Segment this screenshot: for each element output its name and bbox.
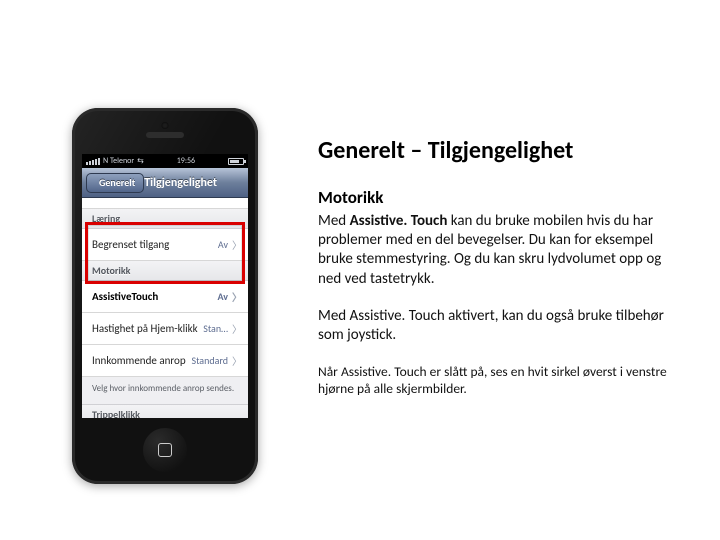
back-label: Generelt (99, 176, 135, 189)
back-button[interactable]: Generelt (86, 173, 144, 193)
status-bar: N Telenor ⇆ 19:56 (82, 154, 248, 168)
nav-title: Tilgjengelighet (144, 176, 248, 190)
paragraph-1: Med Assistive. Touch kan du bruke mobile… (318, 212, 674, 289)
network-icon: ⇆ (137, 156, 144, 166)
chevron-right-icon: 〉 (232, 353, 242, 368)
section-header-trippelklikk: Trippelklikk (82, 405, 248, 418)
page-title: Generelt – Tilgjengelighet (318, 136, 674, 165)
signal-icon (86, 158, 100, 165)
settings-list: 〉 Læring Begrenset tilgang Av〉 Motorikk … (82, 198, 248, 418)
phone: N Telenor ⇆ 19:56 Generelt Tilgjengeligh… (72, 108, 258, 484)
row-innkommende-anrop[interactable]: Innkommende anrop Standard 〉 (82, 345, 248, 377)
row-assistivetouch[interactable]: AssistiveTouch Av 〉 (82, 281, 248, 313)
row-label: Hastighet på Hjem-klikk (92, 322, 198, 335)
chevron-right-icon: 〉 (232, 321, 242, 336)
row-value: Av (217, 290, 228, 303)
clock: 19:56 (177, 156, 195, 166)
text-column: Generelt – Tilgjengelighet Motorikk Med … (318, 136, 674, 398)
slide: N Telenor ⇆ 19:56 Generelt Tilgjengeligh… (0, 0, 720, 540)
row-label: AssistiveTouch (92, 290, 158, 303)
earpiece (146, 132, 184, 138)
home-button[interactable] (143, 428, 187, 472)
subheading: Motorikk (318, 187, 674, 208)
section-header-motorikk: Motorikk (82, 261, 248, 281)
row-value: Stan… (203, 322, 228, 335)
nav-bar: Generelt Tilgjengelighet (82, 168, 248, 198)
battery-icon (228, 158, 244, 165)
chevron-right-icon: 〉 (232, 289, 242, 304)
row-hjem-klikk-hastighet[interactable]: Hastighet på Hjem-klikk Stan… 〉 (82, 313, 248, 345)
chevron-right-icon: 〉 (232, 237, 242, 252)
section-note: Velg hvor innkommende anrop sendes. (82, 377, 248, 405)
section-header-learning: Læring (82, 209, 248, 229)
home-square-icon (158, 443, 172, 457)
camera-dot (162, 122, 169, 129)
chevron-right-icon: 〉 (232, 198, 242, 200)
carrier-label: N Telenor (103, 156, 134, 166)
row-label: Innkommende anrop (92, 354, 186, 367)
row-label: Begrenset tilgang (92, 238, 169, 251)
table-row[interactable]: 〉 (82, 198, 248, 209)
row-begrenset-tilgang[interactable]: Begrenset tilgang Av 〉 (82, 229, 248, 261)
phone-body: N Telenor ⇆ 19:56 Generelt Tilgjengeligh… (72, 108, 258, 484)
paragraph-2: Med Assistive. Touch aktivert, kan du og… (318, 307, 674, 345)
row-value: Standard (191, 354, 228, 367)
phone-screen: N Telenor ⇆ 19:56 Generelt Tilgjengeligh… (82, 154, 248, 418)
row-value: Av (218, 238, 228, 251)
paragraph-3: Når Assistive. Touch er slått på, ses en… (318, 363, 674, 398)
